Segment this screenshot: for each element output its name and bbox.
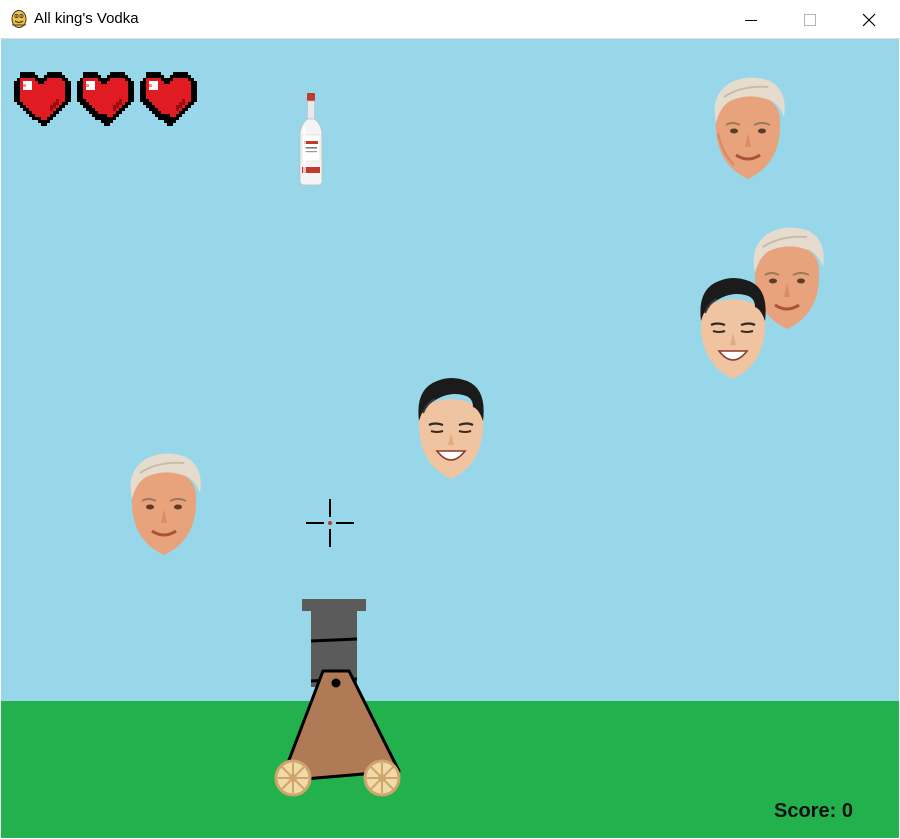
cannon[interactable] xyxy=(269,597,409,801)
window-title: All king's Vodka xyxy=(34,10,139,27)
score-label: Score: xyxy=(774,800,837,822)
maximize-icon xyxy=(804,13,816,26)
grass-ground xyxy=(1,701,899,838)
crosshair-icon xyxy=(306,499,354,547)
minimize-icon xyxy=(745,19,757,21)
kim-head xyxy=(700,278,766,379)
cannon-wheel-right xyxy=(363,759,401,797)
game-canvas[interactable]: Score: 0 xyxy=(1,39,899,838)
heart-icon xyxy=(14,72,71,126)
heart-icon xyxy=(140,72,197,126)
minimize-button[interactable] xyxy=(722,0,780,39)
trump-head xyxy=(130,453,201,555)
score-display: Score: 0 xyxy=(774,800,853,823)
cannon-wheel-left xyxy=(274,759,312,797)
python-snake-icon xyxy=(11,10,27,28)
vodka-bottle xyxy=(299,93,323,186)
close-button[interactable] xyxy=(840,0,898,39)
window-titlebar: All king's Vodka xyxy=(0,0,900,39)
trump-head xyxy=(714,77,785,179)
heart-icon xyxy=(77,72,134,126)
kim-head xyxy=(418,378,484,479)
close-icon xyxy=(862,13,876,26)
score-value: 0 xyxy=(841,800,853,822)
maximize-button[interactable] xyxy=(781,0,839,39)
